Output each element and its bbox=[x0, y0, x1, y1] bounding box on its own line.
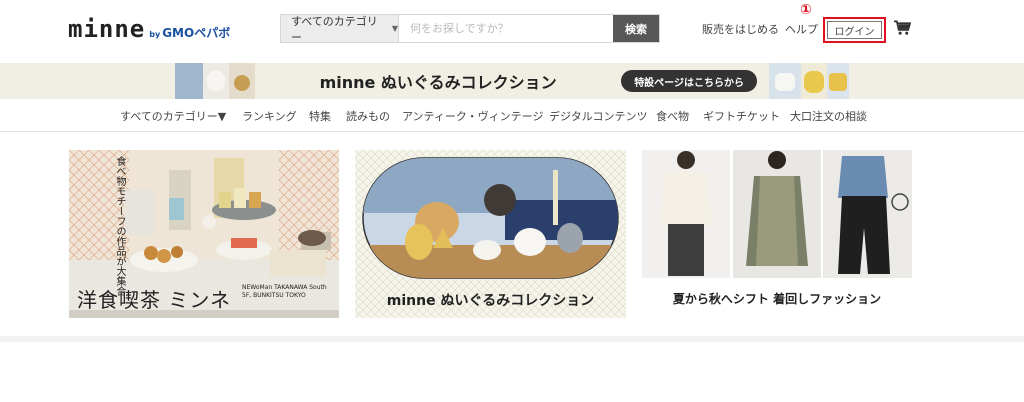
nav-all-categories[interactable]: すべてのカテゴリー▼ bbox=[120, 108, 226, 124]
banner-cafe-side-text: 食べ物モチーフの作品が大集合 bbox=[114, 156, 125, 296]
caret-down-icon: ▼ bbox=[391, 24, 398, 33]
banner-plush-title: minne ぬいぐるみコレクション bbox=[386, 293, 595, 309]
annotation-marker: ① bbox=[800, 2, 812, 18]
section-divider bbox=[0, 336, 1024, 342]
nav-bulk-order[interactable]: 大口注文の相談 bbox=[790, 108, 867, 124]
cart-icon[interactable] bbox=[894, 20, 911, 36]
logo-gmo: GMOペパボ bbox=[162, 26, 231, 40]
promo-banner[interactable]: minne ぬいぐるみコレクション 特設ページはこちらから bbox=[0, 63, 1024, 99]
banner-fashion[interactable]: 夏から秋へシフト 着回しファッション bbox=[642, 150, 912, 318]
banner-cafe[interactable]: 食べ物モチーフの作品が大集合 洋食喫茶 ミンネ NEWoMan TAKANAWA… bbox=[69, 150, 339, 318]
login-highlight: ログイン bbox=[823, 17, 886, 43]
login-button[interactable]: ログイン bbox=[827, 21, 882, 39]
nav-ranking[interactable]: ランキング bbox=[242, 108, 297, 124]
help-link[interactable]: ヘルプ bbox=[785, 21, 818, 37]
search-button[interactable]: 検索 bbox=[613, 15, 659, 42]
site-logo[interactable]: minne by GMOペパボ bbox=[68, 15, 230, 43]
header: minne by GMOペパボ すべてのカテゴリー ▼ 検索 販売をはじめる ヘ… bbox=[0, 0, 1024, 62]
search-input[interactable] bbox=[399, 15, 613, 42]
promo-plush-image-right bbox=[769, 63, 849, 99]
nav-digital-content[interactable]: デジタルコンテンツ bbox=[549, 108, 648, 124]
banner-fashion-title: 夏から秋へシフト 着回しファッション bbox=[672, 292, 882, 306]
search-category-label: すべてのカテゴリー bbox=[291, 14, 378, 44]
sell-link[interactable]: 販売をはじめる bbox=[702, 21, 779, 37]
banner-fashion-photos bbox=[642, 150, 912, 278]
promo-cta-button[interactable]: 特設ページはこちらから bbox=[621, 70, 757, 92]
nav-food[interactable]: 食べ物 bbox=[656, 108, 689, 124]
search-bar: すべてのカテゴリー ▼ 検索 bbox=[280, 14, 660, 44]
category-nav: すべてのカテゴリー▼ ランキング 特集 読みもの アンティーク・ヴィンテージ デ… bbox=[0, 99, 1024, 132]
nav-antique-vintage[interactable]: アンティーク・ヴィンテージ bbox=[402, 108, 543, 124]
banner-cafe-title: 洋食喫茶 ミンネ bbox=[77, 288, 231, 312]
nav-gift-ticket[interactable]: ギフトチケット bbox=[703, 108, 780, 124]
promo-title: minne ぬいぐるみコレクション bbox=[319, 73, 557, 92]
search-category-select[interactable]: すべてのカテゴリー ▼ bbox=[281, 14, 399, 44]
nav-features[interactable]: 特集 bbox=[309, 108, 331, 124]
logo-by: by bbox=[149, 30, 161, 39]
nav-articles[interactable]: 読みもの bbox=[346, 108, 390, 124]
banner-cafe-subtitle: NEWoMan TAKANAWA South 5F, BUNKITSU TOKY… bbox=[242, 284, 327, 299]
logo-text: minne bbox=[68, 15, 146, 43]
banner-plush[interactable]: minne ぬいぐるみコレクション bbox=[355, 150, 626, 318]
promo-plush-image-left bbox=[175, 63, 255, 99]
